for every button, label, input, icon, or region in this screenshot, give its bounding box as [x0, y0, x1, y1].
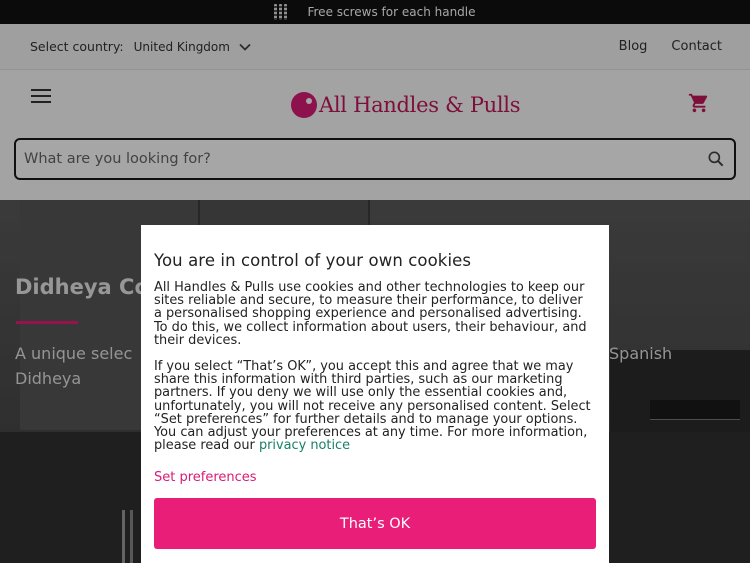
- cookie-dialog-title: You are in control of your own cookies: [154, 251, 472, 270]
- accept-cookies-button[interactable]: That’s OK: [154, 498, 596, 549]
- cookie-consent-dialog: You are in control of your own cookies A…: [141, 225, 609, 563]
- cookie-paragraph-2: If you select “That’s OK”, you accept th…: [154, 360, 594, 452]
- cookie-paragraph-1: All Handles & Pulls use cookies and othe…: [154, 280, 587, 348]
- privacy-notice-link[interactable]: privacy notice: [259, 438, 350, 453]
- cookie-paragraph-2-text: If you select “That’s OK”, you accept th…: [154, 359, 591, 454]
- set-preferences-link[interactable]: Set preferences: [154, 470, 257, 485]
